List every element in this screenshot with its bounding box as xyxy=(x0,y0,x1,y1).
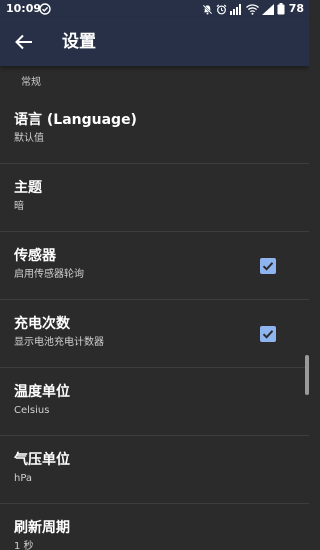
setting-title: 语言 (Language) xyxy=(14,112,137,128)
setting-value: 启用传感器轮询 xyxy=(14,269,84,280)
setting-theme[interactable]: 主题 暗 xyxy=(0,165,309,232)
section-header-general: 常规 xyxy=(21,77,41,88)
setting-value: Celsius xyxy=(14,405,50,416)
divider xyxy=(0,435,309,436)
setting-pressure-unit[interactable]: 气压单位 hPa xyxy=(0,437,309,504)
divider xyxy=(0,503,309,504)
signal-strength-icon xyxy=(261,3,274,15)
setting-title: 温度单位 xyxy=(14,384,70,400)
battery-icon xyxy=(277,3,285,15)
signal-icon xyxy=(229,3,241,15)
status-time: 10:09 xyxy=(6,2,42,15)
setting-sensor[interactable]: 传感器 启用传感器轮询 xyxy=(0,233,309,300)
setting-title: 充电次数 xyxy=(14,316,70,332)
app-bar: 设置 xyxy=(0,18,309,66)
setting-charge-count[interactable]: 充电次数 显示电池充电计数器 xyxy=(0,301,309,368)
sync-check-icon xyxy=(39,3,51,15)
checkmark-icon xyxy=(262,262,274,271)
charge-count-checkbox[interactable] xyxy=(260,326,276,342)
notifications-off-icon xyxy=(202,4,212,15)
divider xyxy=(0,367,309,368)
setting-refresh-period[interactable]: 刷新周期 1 秒 xyxy=(0,505,309,550)
divider xyxy=(0,231,309,232)
alarm-icon xyxy=(216,4,227,14)
setting-value: 默认值 xyxy=(14,133,44,144)
setting-language[interactable]: 语言 (Language) 默认值 xyxy=(0,97,309,164)
sensor-checkbox[interactable] xyxy=(260,258,276,274)
divider xyxy=(0,299,309,300)
checkmark-icon xyxy=(262,330,274,339)
setting-value: 1 秒 xyxy=(14,541,34,550)
back-arrow-icon[interactable] xyxy=(12,30,36,54)
page-title: 设置 xyxy=(62,32,96,52)
setting-title: 传感器 xyxy=(14,248,56,264)
settings-screen: 10:09 78 设置 常规 语言 (Language) 默认值 主题 暗 传感… xyxy=(0,0,309,550)
setting-title: 主题 xyxy=(14,180,42,196)
scrollbar[interactable] xyxy=(305,355,309,395)
status-bar: 10:09 78 xyxy=(0,0,309,18)
battery-percent: 78 xyxy=(288,2,304,15)
setting-title: 刷新周期 xyxy=(14,520,70,536)
setting-value: hPa xyxy=(14,473,33,484)
setting-temperature-unit[interactable]: 温度单位 Celsius xyxy=(0,369,309,436)
setting-title: 气压单位 xyxy=(14,452,70,468)
wifi-icon xyxy=(245,3,259,15)
divider xyxy=(0,163,309,164)
setting-value: 暗 xyxy=(14,201,24,212)
setting-value: 显示电池充电计数器 xyxy=(14,337,104,348)
